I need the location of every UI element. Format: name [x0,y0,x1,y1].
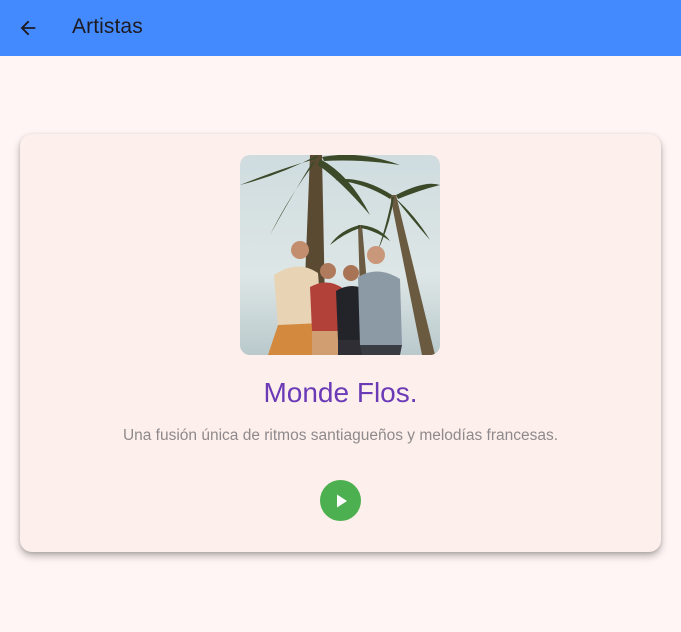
page-title: Artistas [72,15,143,38]
artist-description: Una fusión única de ritmos santiagueños … [122,427,559,444]
play-icon [336,494,347,507]
play-button[interactable] [320,480,361,521]
arrow-back-icon [20,20,36,36]
artist-photo [240,155,440,355]
back-button[interactable] [12,12,44,44]
artist-card: Monde Flos. Una fusión única de ritmos s… [20,134,661,552]
app-bar: Artistas [0,0,681,56]
artist-name: Monde Flos. [263,377,418,408]
